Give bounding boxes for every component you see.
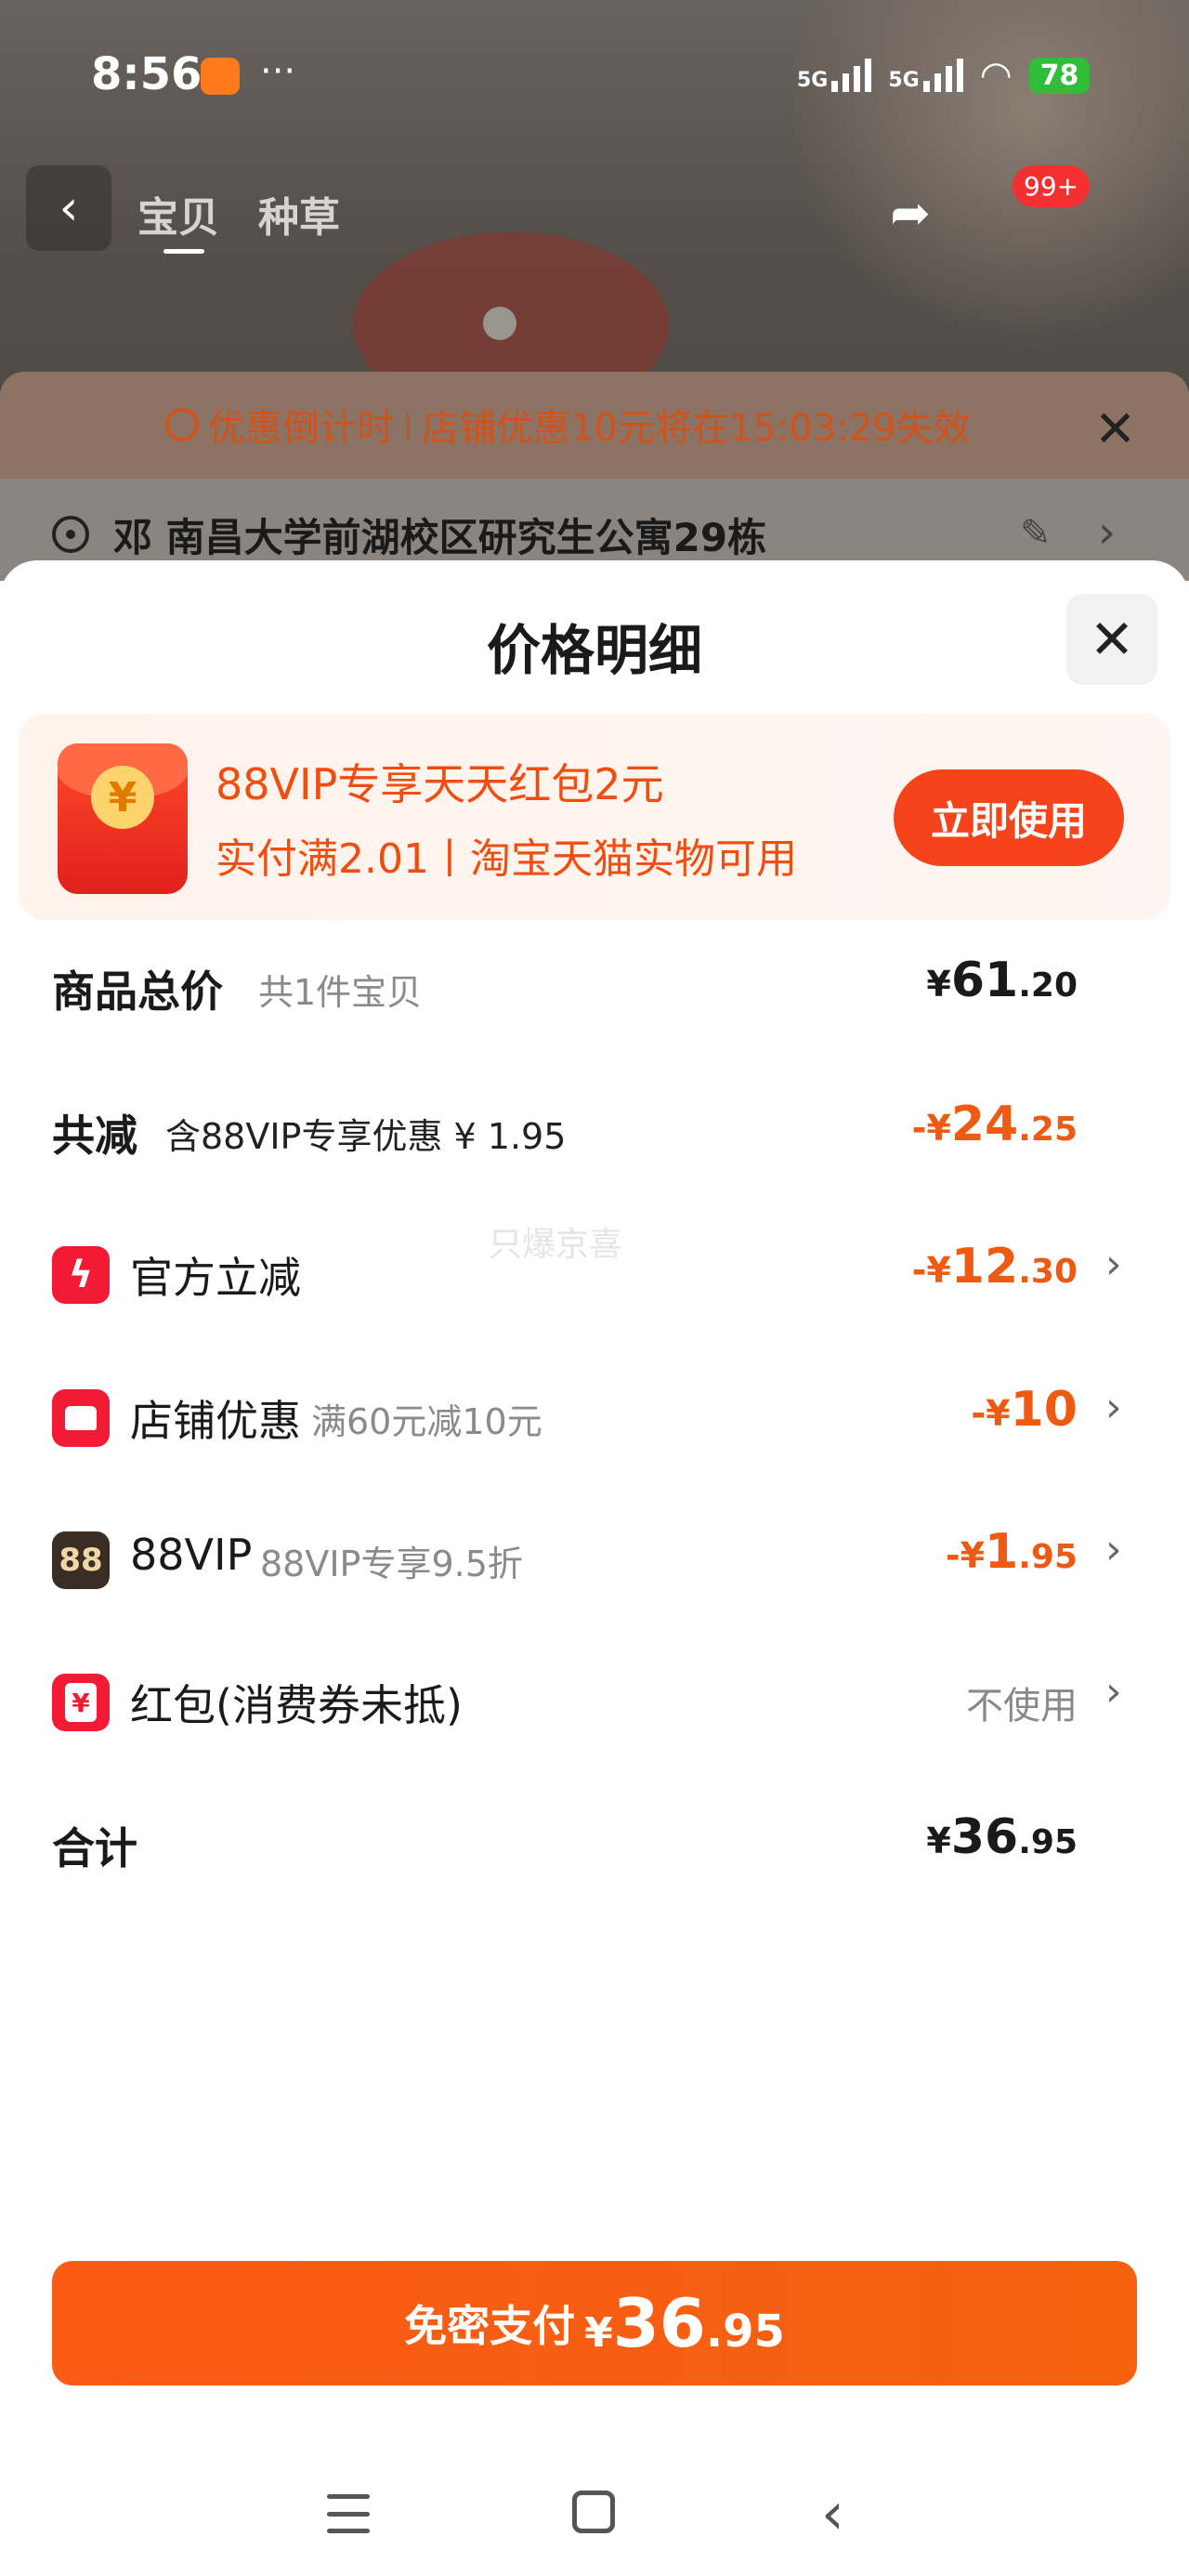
88vip-rule: 88VIP专享9.5折 xyxy=(260,1544,523,1584)
active-tab-indicator xyxy=(163,249,204,254)
tab-zhongcao[interactable]: 种草 xyxy=(258,184,340,243)
yen-sign: -¥ xyxy=(911,1108,951,1149)
use-now-button[interactable]: 立即使用 xyxy=(894,769,1124,866)
signal-label-1: 5G xyxy=(797,69,829,92)
promo-title: 88VIP专享天天红包2元 xyxy=(216,759,664,809)
shop-discount-rule: 满60元减10元 xyxy=(311,1401,542,1442)
amount-int: 10 xyxy=(1010,1382,1078,1438)
back-icon[interactable]: ‹ xyxy=(821,2479,844,2547)
lightning-icon: ϟ xyxy=(52,1246,110,1304)
amount-int: 1 xyxy=(985,1524,1019,1580)
row-goods-total: 商品总价 共1件宝贝 ¥61.20 xyxy=(0,932,1189,1034)
watermark-text: 只爆京喜 xyxy=(489,1226,623,1264)
location-pin-icon xyxy=(52,516,89,553)
status-time: 8:56 xyxy=(91,48,203,100)
tab-baobei[interactable]: 宝贝 xyxy=(137,184,219,243)
address-text: 邓 南昌大学前湖校区研究生公寓29栋 xyxy=(113,515,767,560)
password-free-pay-button[interactable]: 免密支付 ¥36.95 xyxy=(52,2261,1137,2385)
red-packet-status: 不使用 xyxy=(966,1685,1078,1728)
sum-amount: ¥36.95 xyxy=(926,1809,1078,1865)
reduction-label: 共减 xyxy=(52,1111,137,1161)
row-total-reduction: 共减 含88VIP专享优惠 ¥ 1.95 -¥24.25 xyxy=(0,1076,1189,1178)
amount-dec: .95 xyxy=(1018,1538,1078,1576)
battery-icon: 78 xyxy=(1028,57,1091,94)
amount-dec: .20 xyxy=(1018,966,1078,1005)
amount-int: 12 xyxy=(950,1239,1019,1295)
product-top-nav: ‹ 宝贝 种草 ➦ 99+ xyxy=(0,149,1189,269)
countdown-separator: | xyxy=(403,408,413,441)
shop-icon xyxy=(52,1389,110,1447)
88vip-icon: 88 xyxy=(52,1531,110,1589)
amount-int: 61 xyxy=(950,953,1019,1008)
reduction-amount: -¥24.25 xyxy=(912,1097,1078,1152)
goods-total-label: 商品总价 xyxy=(52,966,223,1017)
promo-condition: 实付满2.01丨淘宝天猫实物可用 xyxy=(216,835,797,883)
yen-sign: ¥ xyxy=(584,2309,613,2357)
row-shop-discount[interactable]: 店铺优惠 满60元减10元 -¥10 › xyxy=(0,1361,1189,1464)
share-icon[interactable]: ➦ xyxy=(873,177,947,251)
chevron-right-icon: › xyxy=(1105,1384,1122,1431)
goods-total-amount: ¥61.20 xyxy=(926,953,1078,1008)
yen-sign: -¥ xyxy=(945,1535,986,1576)
cart-count-badge[interactable]: 99+ xyxy=(1013,165,1091,207)
amount-dec: .95 xyxy=(705,2306,785,2358)
system-nav-bar: ‹ xyxy=(0,2453,1189,2576)
home-icon[interactable] xyxy=(572,2491,615,2533)
red-packet-small-icon: ¥ xyxy=(52,1674,110,1731)
vip-redpacket-promo: ¥ 88VIP专享天天红包2元 实付满2.01丨淘宝天猫实物可用 立即使用 xyxy=(19,714,1170,920)
amount-int: 24 xyxy=(950,1097,1019,1152)
88vip-label: 88VIP xyxy=(130,1530,253,1580)
recent-apps-icon[interactable] xyxy=(327,2494,370,2533)
amount-dec: .25 xyxy=(1018,1111,1078,1149)
amount-int: 36 xyxy=(950,1809,1019,1865)
clock-icon xyxy=(165,408,199,441)
signal-icon-1: 5G xyxy=(797,59,872,92)
red-packet-label: 红包(消费券未抵) xyxy=(130,1680,463,1730)
row-red-packet[interactable]: ¥ 红包(消费券未抵) 不使用 › xyxy=(0,1646,1189,1748)
official-discount-amount: -¥12.30 xyxy=(912,1239,1078,1295)
countdown-detail: 店铺优惠10元将在15:03:29失效 xyxy=(422,407,971,450)
red-packet-glyph: ¥ xyxy=(65,1683,97,1722)
discount-countdown-bar: 优惠倒计时 | 店铺优惠10元将在15:03:29失效 ✕ xyxy=(0,372,1189,479)
countdown-title: 优惠倒计时 xyxy=(208,407,394,450)
countdown-content: 优惠倒计时 | 店铺优惠10元将在15:03:29失效 xyxy=(165,398,971,452)
chevron-right-icon: › xyxy=(1105,1668,1122,1715)
sheet-close-button[interactable]: ✕ xyxy=(1066,594,1157,685)
signal-label-2: 5G xyxy=(888,69,920,92)
reduction-sub: 含88VIP专享优惠 ¥ 1.95 xyxy=(165,1116,567,1157)
sum-label: 合计 xyxy=(52,1823,137,1873)
row-sum: 合计 ¥36.95 xyxy=(0,1789,1189,1891)
wifi-icon: ◠ xyxy=(979,54,1013,97)
pay-label: 免密支付 xyxy=(404,2301,576,2351)
coin-icon: ¥ xyxy=(91,766,154,829)
more-notifications-icon: ··· xyxy=(260,50,296,93)
amount-dec: .95 xyxy=(1018,1823,1078,1861)
countdown-close-icon[interactable]: ✕ xyxy=(1094,400,1136,458)
yen-sign: ¥ xyxy=(926,964,951,1005)
shop-discount-label: 店铺优惠 xyxy=(130,1396,301,1446)
status-indicators: 5G 5G ◠ 78 xyxy=(797,52,1091,99)
yen-sign: -¥ xyxy=(971,1393,1011,1434)
pay-amount: ¥36.95 xyxy=(584,2284,785,2362)
taobao-notification-icon xyxy=(201,58,240,95)
sheet-title: 价格明细 xyxy=(486,619,702,682)
photo-kettle-knob xyxy=(483,307,516,340)
amount-dec: .30 xyxy=(1018,1253,1078,1291)
yen-sign: ¥ xyxy=(926,1820,951,1861)
chevron-right-icon: › xyxy=(1105,1241,1122,1288)
row-88vip-discount[interactable]: 88 88VIP 88VIP专享9.5折 -¥1.95 › xyxy=(0,1504,1189,1606)
88vip-amount: -¥1.95 xyxy=(946,1524,1078,1580)
chevron-right-icon: › xyxy=(1105,1526,1122,1573)
amount-int: 36 xyxy=(612,2284,706,2362)
red-packet-icon: ¥ xyxy=(58,743,188,894)
goods-count: 共1件宝贝 xyxy=(258,972,423,1013)
signal-icon-2: 5G xyxy=(888,59,963,92)
status-bar: 8:56 ··· 5G 5G ◠ 78 xyxy=(0,0,1189,149)
official-discount-label: 官方立减 xyxy=(130,1253,301,1303)
chevron-right-icon: › xyxy=(1098,506,1117,559)
edit-pencil-icon[interactable]: ✎ xyxy=(1020,512,1052,555)
back-button[interactable]: ‹ xyxy=(26,165,111,251)
yen-sign: -¥ xyxy=(911,1250,951,1291)
shop-discount-amount: -¥10 xyxy=(971,1382,1078,1438)
